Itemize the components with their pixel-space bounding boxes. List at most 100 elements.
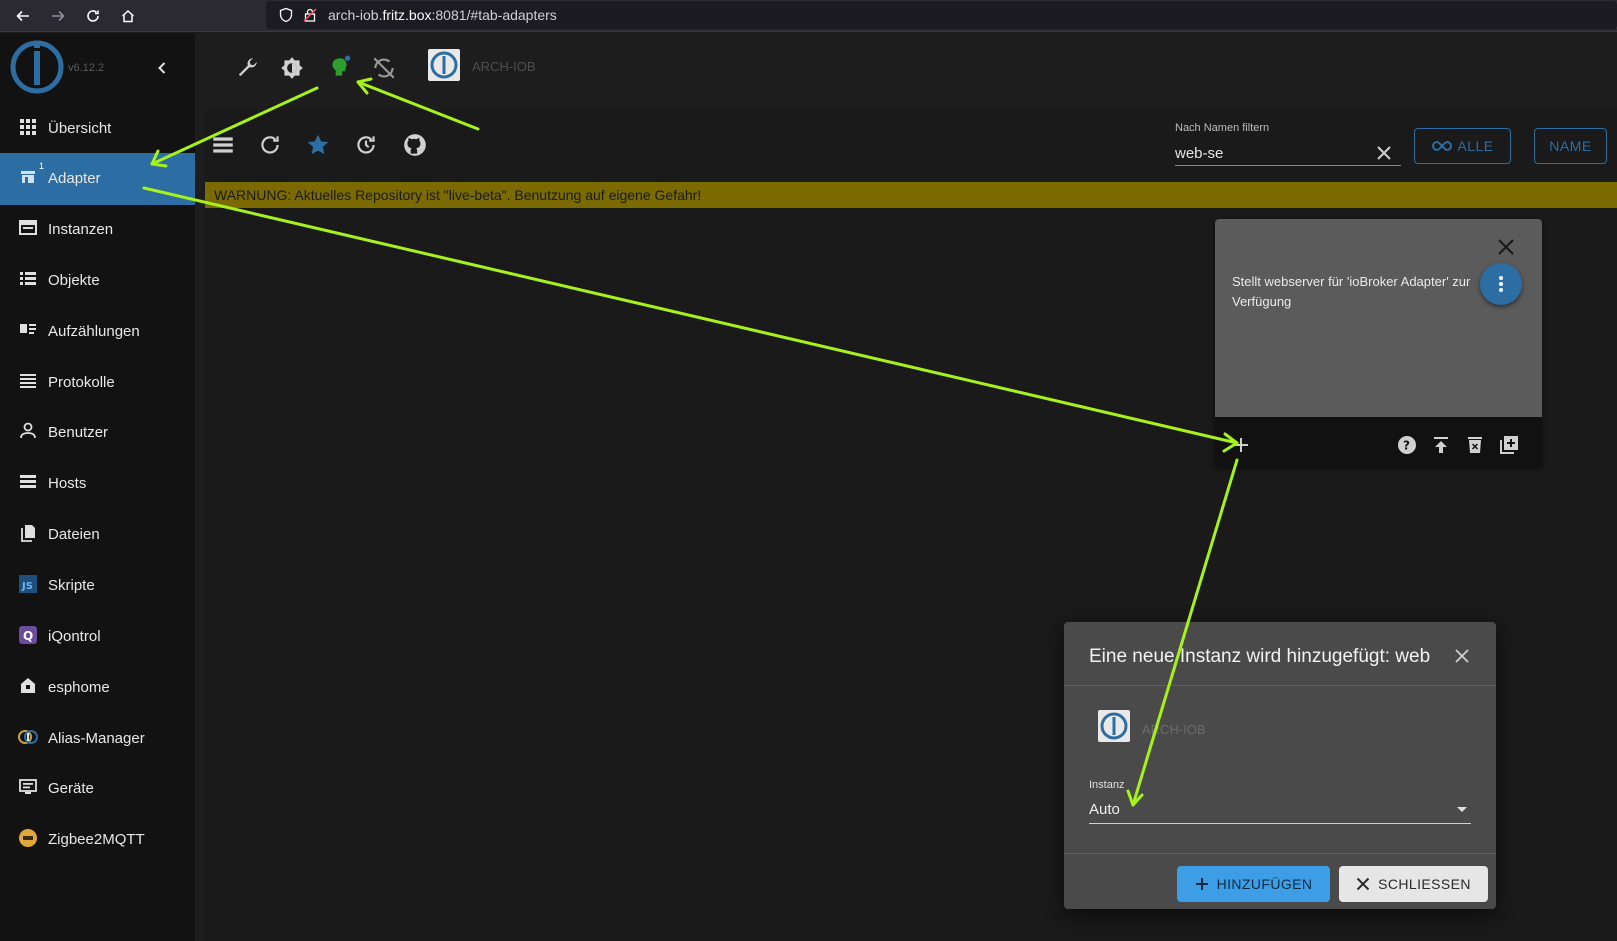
reload-icon[interactable] <box>81 4 105 28</box>
top-toolbar: ARCH-IOB <box>195 33 1617 104</box>
iqontrol-icon: Q <box>19 626 37 644</box>
update-badge: 1 <box>39 161 45 171</box>
sidebar-item-label: Objekte <box>48 272 100 289</box>
sidebar-item-hosts[interactable]: Hosts <box>0 458 195 510</box>
forward-icon[interactable] <box>46 4 70 28</box>
esphome-icon <box>21 678 35 693</box>
sidebar-item-label: Aufzählungen <box>48 323 140 340</box>
list-icon <box>20 272 36 285</box>
sidebar-item-benutzer[interactable]: Benutzer <box>0 407 195 459</box>
svg-text:Q: Q <box>23 629 33 643</box>
close-icon <box>1356 877 1370 891</box>
grid-icon <box>20 119 36 135</box>
instance-label: Instanz <box>1089 779 1125 791</box>
sidebar-item-aufzaehlungen[interactable]: Aufzählungen <box>0 306 195 358</box>
sidebar-item-iqontrol[interactable]: Q iQontrol <box>0 611 195 663</box>
show-all-button[interactable]: ALLE <box>1414 128 1511 164</box>
files-icon <box>21 525 35 542</box>
browser-toolbar: arch-iob.fritz.box:8081/#tab-adapters <box>0 0 1617 32</box>
instance-select-value: Auto <box>1089 801 1120 818</box>
chevron-down-icon <box>1457 807 1467 812</box>
upgrade-icon[interactable] <box>1430 434 1452 456</box>
sidebar-item-label: iQontrol <box>48 628 101 645</box>
sidebar-item-geraete[interactable]: Geräte <box>0 763 195 815</box>
sidebar-item-label: Protokolle <box>48 374 115 391</box>
version-label: v6.12.2 <box>68 62 105 74</box>
alias-icon <box>18 730 38 744</box>
instance-select[interactable]: Auto <box>1089 797 1471 824</box>
github-icon[interactable] <box>402 132 428 158</box>
sidebar-item-alias-manager[interactable]: Alias-Manager <box>0 713 195 765</box>
svg-text:JS: JS <box>21 581 33 592</box>
sidebar-item-objekte[interactable]: Objekte <box>0 255 195 307</box>
back-icon[interactable] <box>11 4 35 28</box>
url-bar[interactable]: arch-iob.fritz.box:8081/#tab-adapters <box>266 1 1617 29</box>
sort-by-name-button[interactable]: NAME <box>1534 128 1607 164</box>
sidebar-item-label: Zigbee2MQTT <box>48 831 145 848</box>
lock-insecure-icon[interactable] <box>302 7 318 23</box>
add-instance-icon[interactable] <box>1230 434 1252 456</box>
sidebar-item-protokolle[interactable]: Protokolle <box>0 357 195 409</box>
divider <box>1064 685 1496 686</box>
expert-mode-icon[interactable] <box>327 55 353 81</box>
wrench-icon[interactable] <box>234 55 260 81</box>
add-multiple-icon[interactable] <box>1498 434 1520 456</box>
sidebar-item-skripte[interactable]: JS Skripte <box>0 560 195 612</box>
sidebar-item-uebersicht[interactable]: Übersicht <box>0 103 195 155</box>
user-icon <box>20 422 36 439</box>
host-icon <box>20 475 36 488</box>
close-button[interactable]: SCHLIESSEN <box>1339 866 1488 902</box>
close-card-icon[interactable] <box>1495 236 1517 258</box>
close-dialog-icon[interactable] <box>1452 646 1472 666</box>
add-button-label: HINZUFÜGEN <box>1216 876 1313 892</box>
add-instance-dialog: Eine neue Instanz wird hinzugefügt: web … <box>1064 622 1496 909</box>
shield-icon[interactable] <box>278 7 294 23</box>
sidebar-item-dateien[interactable]: Dateien <box>0 509 195 561</box>
sidebar-item-label: Geräte <box>48 780 94 797</box>
help-icon[interactable]: ? <box>1396 434 1418 456</box>
sync-disabled-icon[interactable] <box>371 55 397 81</box>
divider <box>1064 853 1496 854</box>
update-check-icon[interactable] <box>353 132 379 158</box>
url-text[interactable]: arch-iob.fritz.box:8081/#tab-adapters <box>328 7 557 23</box>
close-button-label: SCHLIESSEN <box>1378 876 1471 892</box>
sidebar: v6.12.2 Übersicht 1 Adapter Instanzen Ob… <box>0 33 195 941</box>
sidebar-item-zigbee2mqtt[interactable]: Zigbee2MQTT <box>0 814 195 866</box>
log-icon <box>20 374 36 388</box>
list-view-icon[interactable] <box>210 132 236 158</box>
store-icon <box>21 171 35 183</box>
repository-warning: WARNUNG: Aktuelles Repository ist "live-… <box>205 182 1617 208</box>
js-icon: JS <box>19 575 37 593</box>
show-all-label: ALLE <box>1457 138 1494 154</box>
host-logo[interactable] <box>428 49 460 81</box>
refresh-icon[interactable] <box>257 132 283 158</box>
sidebar-item-instanzen[interactable]: Instanzen <box>0 204 195 256</box>
zigbee-icon <box>19 829 37 847</box>
host-name[interactable]: ARCH-IOB <box>472 59 536 74</box>
sidebar-item-adapter[interactable]: 1 Adapter <box>0 153 195 205</box>
sidebar-item-label: Hosts <box>48 475 87 492</box>
sidebar-item-label: Alias-Manager <box>48 730 145 747</box>
instances-icon <box>19 220 37 235</box>
add-button[interactable]: HINZUFÜGEN <box>1177 866 1330 902</box>
iobroker-logo[interactable] <box>9 39 65 95</box>
delete-icon[interactable] <box>1464 434 1486 456</box>
sidebar-item-label: esphome <box>48 679 110 696</box>
plus-icon <box>1195 878 1208 890</box>
star-icon[interactable] <box>305 132 331 158</box>
theme-toggle-icon[interactable] <box>279 55 305 81</box>
sidebar-item-label: Instanzen <box>48 221 114 238</box>
sidebar-item-esphome[interactable]: esphome <box>0 662 195 714</box>
collapse-sidebar-icon[interactable] <box>152 58 172 78</box>
home-icon[interactable] <box>116 4 140 28</box>
adapter-description: Stellt webserver für 'ioBroker Adapter' … <box>1232 274 1471 309</box>
sidebar-item-label: Skripte <box>48 577 95 594</box>
dialog-host-logo <box>1098 710 1130 742</box>
clear-filter-icon[interactable] <box>1375 144 1393 162</box>
sidebar-item-label: Dateien <box>48 526 100 543</box>
filter-label: Nach Namen filtern <box>1175 122 1270 134</box>
dialog-title: Eine neue Instanz wird hinzugefügt: web <box>1089 646 1431 667</box>
more-vertical-icon <box>1499 276 1503 292</box>
card-more-button[interactable] <box>1480 263 1522 305</box>
name-filter-input[interactable] <box>1175 142 1401 166</box>
